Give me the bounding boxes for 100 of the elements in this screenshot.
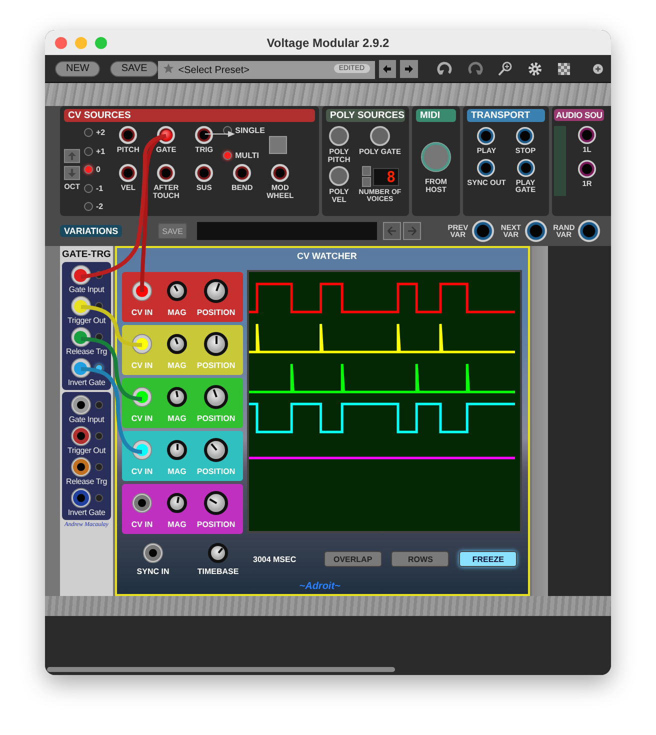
jack-socket[interactable] [578, 126, 596, 144]
control-label: MAG [168, 308, 186, 318]
jack-label: Trigger Out [68, 446, 106, 455]
checker-icon[interactable] [556, 60, 572, 76]
knob[interactable] [204, 438, 228, 462]
led-label: +1 [96, 146, 106, 156]
jack-socket[interactable] [70, 327, 90, 347]
knob[interactable] [204, 278, 228, 303]
jack-socket[interactable] [195, 164, 214, 182]
jack-socket[interactable] [578, 220, 600, 242]
jack-socket[interactable] [329, 126, 349, 146]
redo-icon[interactable] [466, 60, 483, 76]
settings-icon[interactable] [526, 60, 543, 76]
jack-socket[interactable] [119, 164, 138, 182]
scrollbar[interactable] [47, 667, 395, 672]
module-title: GATE-TRG [62, 249, 111, 260]
control-label: POSITION [196, 414, 236, 424]
module-title: AUDIO SOU [554, 109, 604, 121]
knob[interactable] [204, 490, 228, 515]
zoom-icon[interactable] [496, 60, 513, 76]
toolbar-button[interactable]: NEW [55, 60, 100, 76]
jack-socket[interactable] [516, 127, 534, 145]
module-title: CV SOURCES [64, 109, 315, 122]
star-icon[interactable] [163, 63, 174, 74]
jack-socket[interactable] [578, 160, 596, 178]
octave-down-button[interactable] [64, 166, 80, 180]
jack-label: Gate Input [68, 415, 104, 424]
toggle-button[interactable]: FREEZE [459, 551, 518, 567]
led-label: -2 [96, 202, 104, 211]
led-label: -1 [96, 184, 104, 192]
jack-socket[interactable] [70, 296, 90, 316]
jack-socket[interactable] [271, 164, 290, 182]
control-label: POSITION [196, 361, 236, 370]
module-title: POLY SOURCES [326, 109, 405, 122]
jack-socket[interactable] [70, 457, 90, 477]
timebase-reading: 3004 MSEC [253, 554, 298, 564]
next-button[interactable] [402, 222, 421, 240]
jack-socket[interactable] [370, 126, 390, 146]
toggle-button[interactable]: OVERLAP [324, 551, 382, 567]
control-label: POSITION [196, 467, 236, 476]
control-label: MAG [168, 520, 186, 530]
left-arrow-icon [382, 64, 392, 74]
jack-socket[interactable] [157, 164, 176, 182]
jack-socket[interactable] [70, 395, 90, 415]
jack-socket[interactable] [70, 265, 90, 285]
left-arrow-icon [386, 226, 397, 236]
jack-socket[interactable] [119, 126, 138, 144]
up-arrow-icon [68, 152, 76, 160]
octave-up-button[interactable] [64, 148, 80, 163]
mode-button[interactable] [268, 136, 287, 154]
control-label: MAG [168, 467, 186, 476]
knob[interactable] [204, 332, 228, 356]
knob[interactable] [167, 440, 187, 460]
control-label: CV IN [131, 520, 153, 530]
next-button[interactable] [400, 60, 418, 78]
jack-socket[interactable] [70, 488, 90, 508]
control-label: TIMEBASE [197, 566, 239, 576]
jack-label: Release Trg [66, 347, 107, 356]
module-title: CV WATCHER [297, 251, 357, 261]
voices-up-button[interactable] [362, 166, 370, 176]
jack-socket[interactable] [233, 164, 252, 182]
previous-button[interactable] [378, 60, 396, 78]
jack-socket[interactable] [524, 220, 547, 242]
toolbar-button[interactable]: SAVE [110, 60, 158, 76]
mode-label: SINGLE [235, 126, 265, 135]
jack-socket[interactable] [70, 426, 90, 446]
control-label: SYNC IN [136, 566, 170, 576]
knob[interactable] [167, 280, 187, 301]
right-arrow-icon [404, 64, 414, 74]
jack-socket[interactable] [472, 220, 494, 242]
knob[interactable] [167, 334, 187, 354]
jack-socket[interactable] [477, 158, 496, 176]
knob[interactable] [208, 542, 228, 562]
jack-label: Invert Gate [68, 508, 106, 517]
previous-button[interactable] [382, 222, 401, 240]
knob[interactable] [167, 492, 187, 513]
module-title: TRANSPORT [467, 109, 545, 122]
jack-label: Gate Input [68, 285, 104, 294]
module-title: MIDI [416, 109, 456, 122]
toggle-button[interactable]: ROWS [391, 551, 450, 567]
control-label: CV IN [131, 467, 153, 476]
knob[interactable] [167, 386, 187, 407]
midi-socket[interactable] [421, 142, 451, 172]
undo-icon[interactable] [437, 60, 454, 76]
level-meter [554, 126, 566, 196]
jack-socket[interactable] [70, 358, 90, 378]
jack-socket[interactable] [143, 542, 163, 562]
knob[interactable] [204, 384, 228, 409]
save-button[interactable]: SAVE [158, 223, 187, 239]
close-button[interactable] [55, 36, 67, 48]
jack-socket[interactable] [195, 126, 214, 144]
jack-socket[interactable] [132, 492, 152, 513]
control-label: POSITION [196, 308, 236, 318]
mode-label: MULTI [235, 151, 259, 160]
jack-socket[interactable] [516, 158, 534, 176]
jack-socket[interactable] [477, 127, 496, 145]
led-label: 0 [96, 165, 100, 174]
voices-down-button[interactable] [362, 177, 370, 187]
down-arrow-icon [68, 168, 76, 177]
jack-socket[interactable] [329, 166, 349, 186]
